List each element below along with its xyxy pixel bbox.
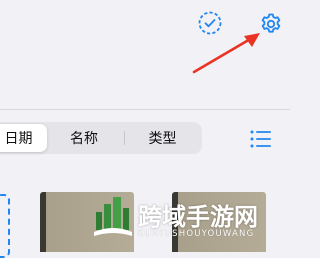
- sort-option-type[interactable]: 类型: [125, 124, 200, 152]
- annotation-arrow: [192, 33, 260, 74]
- sort-option-type-label: 类型: [148, 131, 177, 147]
- sort-segmented-control: 日期 名称 类型: [0, 122, 202, 154]
- view-mode-button[interactable]: [249, 127, 273, 151]
- header-divider: [0, 109, 290, 110]
- watermark-logo: 跨域手游网 KUAYUSHOUYOUWANG: [92, 194, 288, 242]
- sort-option-date-label: 日期: [4, 131, 33, 147]
- logo-mark-icon: [94, 197, 132, 236]
- list-icon: [250, 130, 271, 148]
- sort-option-date[interactable]: 日期: [0, 124, 47, 152]
- sort-option-name[interactable]: 名称: [48, 124, 120, 152]
- new-document-card[interactable]: [0, 194, 10, 258]
- sort-option-name-label: 名称: [70, 131, 98, 147]
- watermark-subtitle: KUAYUSHOUYOUWANG: [138, 229, 255, 239]
- watermark-title: 跨域手游网: [138, 203, 258, 231]
